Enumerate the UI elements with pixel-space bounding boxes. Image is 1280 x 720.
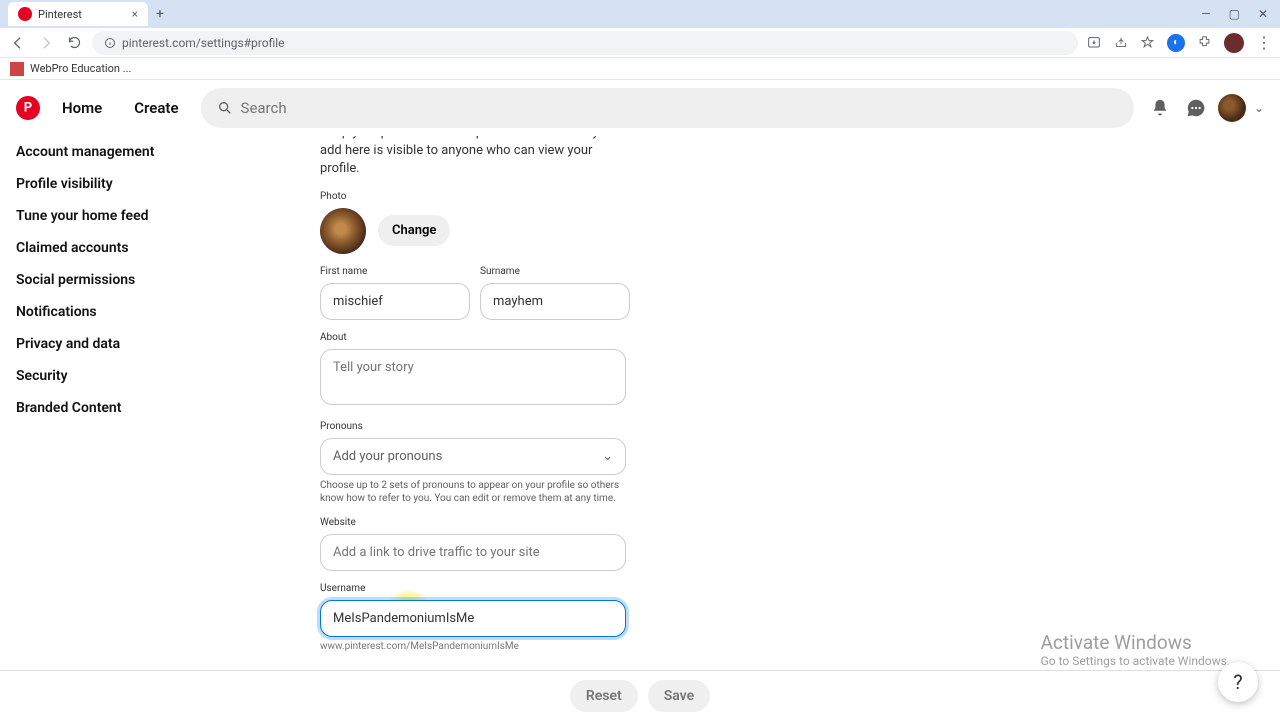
windows-watermark: Activate Windows Go to Settings to activ… xyxy=(1041,631,1230,668)
notifications-icon[interactable] xyxy=(1146,94,1174,122)
sidebar-item-profile-visibility[interactable]: Profile visibility xyxy=(16,168,244,200)
surname-label: Surname xyxy=(480,266,630,277)
forward-button[interactable] xyxy=(36,35,56,51)
browser-tab[interactable]: Pinterest × xyxy=(8,2,148,26)
sidebar-item-notifications[interactable]: Notifications xyxy=(16,296,244,328)
tab-title: Pinterest xyxy=(38,8,82,21)
back-button[interactable] xyxy=(8,35,28,51)
chevron-down-icon: ⌄ xyxy=(602,449,613,464)
pronouns-select[interactable]: Add your pronouns ⌄ xyxy=(320,438,626,475)
watermark-title: Activate Windows xyxy=(1041,631,1230,654)
username-input[interactable] xyxy=(320,600,626,637)
browser-titlebar: Pinterest × + — ▢ ✕ xyxy=(0,0,1280,28)
intro-text: Keep your personal details private. Info… xyxy=(320,136,620,179)
first-name-input[interactable] xyxy=(320,283,470,320)
extensions-icon[interactable] xyxy=(1197,35,1212,50)
address-bar[interactable]: pinterest.com/settings#profile xyxy=(92,31,1078,55)
search-input[interactable] xyxy=(241,99,1118,117)
kebab-menu-icon[interactable]: ⋮ xyxy=(1256,33,1272,52)
browser-toolbar: pinterest.com/settings#profile ◐ ⋮ xyxy=(0,28,1280,58)
close-window-icon[interactable]: ✕ xyxy=(1258,7,1268,21)
about-textarea[interactable] xyxy=(320,349,626,405)
maximize-icon[interactable]: ▢ xyxy=(1229,7,1240,21)
sidebar-item-branded-content[interactable]: Branded Content xyxy=(16,392,244,424)
toolbar-right-icons: ◐ ⋮ xyxy=(1086,33,1272,53)
change-photo-button[interactable]: Change xyxy=(378,215,450,246)
app-header: Home Create ⌄ xyxy=(0,80,1280,136)
watermark-subtitle: Go to Settings to activate Windows. xyxy=(1041,654,1230,668)
sidebar-item-tune-feed[interactable]: Tune your home feed xyxy=(16,200,244,232)
form-footer: Reset Save xyxy=(0,670,1280,720)
profile-avatar-icon[interactable] xyxy=(1224,33,1244,53)
settings-sidebar: Account management Profile visibility Tu… xyxy=(0,136,260,720)
bookmark-item[interactable]: WebPro Education ... xyxy=(30,62,131,75)
window-controls: — ▢ ✕ xyxy=(1201,7,1280,21)
pronouns-label: Pronouns xyxy=(320,421,1280,432)
search-icon xyxy=(217,100,233,116)
surname-input[interactable] xyxy=(480,283,630,320)
first-name-label: First name xyxy=(320,266,470,277)
install-icon[interactable] xyxy=(1086,35,1102,51)
username-label: Username xyxy=(320,583,1280,594)
sidebar-item-claimed-accounts[interactable]: Claimed accounts xyxy=(16,232,244,264)
photo-label: Photo xyxy=(320,191,1280,202)
extension-icon[interactable]: ◐ xyxy=(1167,34,1185,52)
close-tab-icon[interactable]: × xyxy=(132,7,138,21)
nav-create[interactable]: Create xyxy=(124,91,188,125)
photo-row: Change xyxy=(320,208,1280,254)
help-button[interactable]: ? xyxy=(1218,662,1258,702)
minimize-icon[interactable]: — xyxy=(1201,7,1210,21)
about-label: About xyxy=(320,332,1280,343)
reload-button[interactable] xyxy=(64,35,84,50)
messages-icon[interactable] xyxy=(1182,94,1210,122)
sidebar-item-privacy-data[interactable]: Privacy and data xyxy=(16,328,244,360)
website-label: Website xyxy=(320,517,1280,528)
sidebar-item-social-permissions[interactable]: Social permissions xyxy=(16,264,244,296)
site-info-icon xyxy=(104,37,116,49)
save-button[interactable]: Save xyxy=(648,680,710,712)
pronouns-placeholder: Add your pronouns xyxy=(333,449,442,464)
new-tab-button[interactable]: + xyxy=(156,6,164,22)
website-input[interactable] xyxy=(320,534,626,571)
reset-button[interactable]: Reset xyxy=(570,680,638,712)
pronouns-helper: Choose up to 2 sets of pronouns to appea… xyxy=(320,479,626,505)
pinterest-favicon xyxy=(18,7,32,21)
bookmark-favicon xyxy=(10,62,24,76)
bookmark-star-icon[interactable] xyxy=(1140,35,1155,50)
browser-tabs: Pinterest × + xyxy=(0,0,164,28)
search-bar[interactable] xyxy=(201,88,1134,128)
share-icon[interactable] xyxy=(1114,36,1128,50)
url-text: pinterest.com/settings#profile xyxy=(122,36,285,50)
chevron-down-icon[interactable]: ⌄ xyxy=(1254,101,1264,115)
sidebar-item-account-management[interactable]: Account management xyxy=(16,136,244,168)
nav-home[interactable]: Home xyxy=(52,91,112,125)
user-avatar[interactable] xyxy=(1218,94,1246,122)
bookmarks-bar: WebPro Education ... xyxy=(0,58,1280,80)
pinterest-logo[interactable] xyxy=(16,96,40,120)
profile-photo xyxy=(320,208,366,254)
sidebar-item-security[interactable]: Security xyxy=(16,360,244,392)
header-actions: ⌄ xyxy=(1146,94,1264,122)
